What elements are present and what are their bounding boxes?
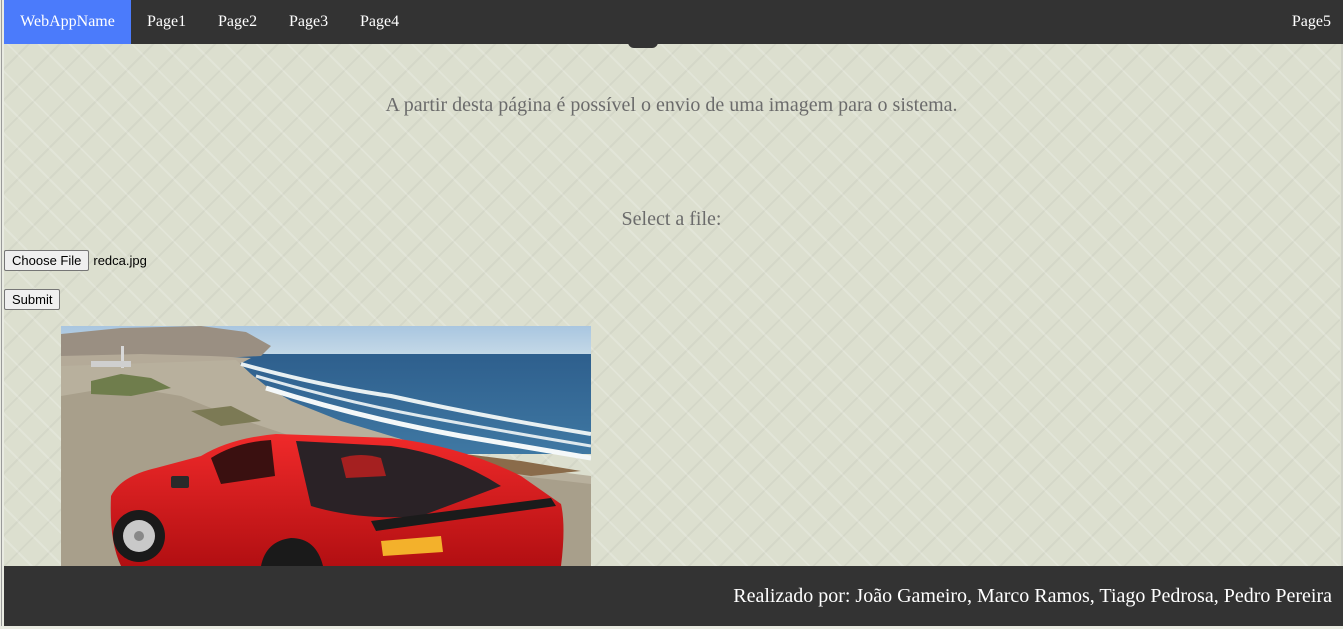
nav-link-page5[interactable]: Page5	[1292, 0, 1331, 44]
selected-file-name: redca.jpg	[93, 253, 147, 268]
select-file-label: Select a file:	[621, 208, 722, 230]
nav-link-page3[interactable]: Page3	[289, 0, 328, 44]
nav-brand-link[interactable]: WebAppName	[4, 0, 131, 44]
file-input[interactable]: Choose File redca.jpg	[4, 250, 147, 271]
submit-button[interactable]: Submit	[4, 289, 61, 310]
nav-link-page2[interactable]: Page2	[218, 0, 257, 44]
uploaded-image-preview	[61, 326, 591, 566]
page-footer: Realizado por: João Gameiro, Marco Ramos…	[4, 566, 1343, 626]
upload-intro-text: A partir desta página é possível o envio…	[385, 94, 958, 116]
footer-credits-text: Realizado por: João Gameiro, Marco Ramos…	[733, 584, 1332, 607]
choose-file-button[interactable]: Choose File	[4, 250, 90, 271]
nav-link-page4[interactable]: Page4	[360, 0, 399, 44]
top-navbar: WebAppName Page1 Page2 Page3 Page4 Page5	[4, 0, 1343, 44]
nav-link-page1[interactable]: Page1	[147, 0, 186, 44]
